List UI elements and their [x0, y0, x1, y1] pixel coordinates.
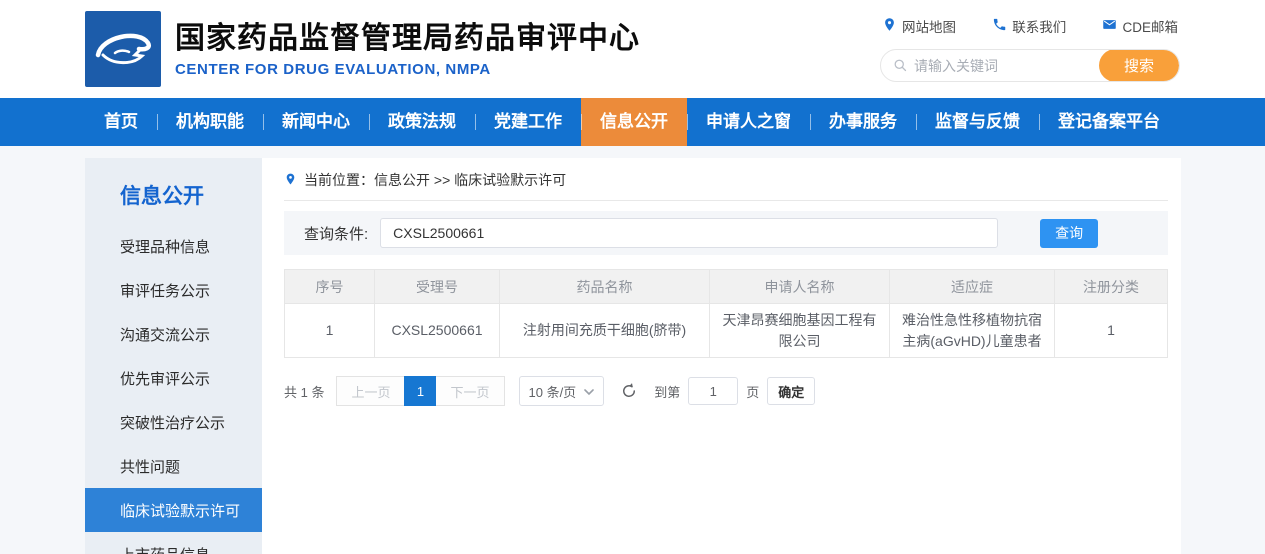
prev-page-button[interactable]: 上一页	[336, 376, 405, 406]
confirm-button[interactable]: 确定	[767, 377, 815, 405]
breadcrumb-pin-icon	[284, 171, 297, 190]
nav-item-home[interactable]: 首页	[85, 98, 157, 146]
sidebar-item-breakthrough-therapy[interactable]: 突破性治疗公示	[85, 400, 262, 444]
envelope-icon	[1102, 17, 1117, 35]
col-header-acceptance-no: 受理号	[375, 270, 500, 304]
query-panel: 查询条件: 查询	[284, 211, 1168, 255]
cde-mail-link[interactable]: CDE邮箱	[1102, 16, 1178, 36]
results-table: 序号 受理号 药品名称 申请人名称 适应症 注册分类 1 CXSL2500661…	[284, 269, 1168, 358]
cell-seq: 1	[285, 304, 375, 358]
sidebar-item-priority-review[interactable]: 优先审评公示	[85, 356, 262, 400]
page-size-value: 10 条/页	[529, 382, 577, 401]
search-icon	[893, 58, 908, 73]
sitemap-link[interactable]: 网站地图	[882, 16, 956, 36]
table-row: 1 CXSL2500661 注射用间充质干细胞(脐带) 天津昂赛细胞基因工程有限…	[285, 304, 1168, 358]
table-header-row: 序号 受理号 药品名称 申请人名称 适应症 注册分类	[285, 270, 1168, 304]
content-area: 当前位置：信息公开 >> 临床试验默示许可 查询条件: 查询 序号 受理号 药品…	[262, 158, 1181, 554]
sidebar: 信息公开 受理品种信息 审评任务公示 沟通交流公示 优先审评公示 突破性治疗公示…	[85, 158, 262, 554]
sidebar-item-marketed-drugs[interactable]: 上市药品信息	[85, 532, 262, 554]
goto-page-label: 到第	[654, 382, 680, 401]
cde-mail-label: CDE邮箱	[1122, 16, 1178, 36]
sidebar-item-clinical-trial-implied-license[interactable]: 临床试验默示许可	[85, 488, 262, 532]
cell-applicant: 天津昂赛细胞基因工程有限公司	[710, 304, 890, 358]
cell-drug-name: 注射用间充质干细胞(脐带)	[500, 304, 710, 358]
query-input[interactable]	[380, 218, 998, 248]
main-nav: 首页 机构职能 新闻中心 政策法规 党建工作 信息公开 申请人之窗 办事服务 监…	[0, 98, 1265, 146]
site-header: 国家药品监督管理局药品审评中心 CENTER FOR DRUG EVALUATI…	[0, 0, 1265, 98]
site-subtitle: CENTER FOR DRUG EVALUATION, NMPA	[175, 61, 640, 78]
query-button[interactable]: 查询	[1040, 219, 1098, 248]
cde-logo	[85, 11, 161, 87]
col-header-indication: 适应症	[890, 270, 1055, 304]
cell-acceptance-no: CXSL2500661	[375, 304, 500, 358]
page-unit-label: 页	[746, 382, 759, 401]
goto-page-input[interactable]	[688, 377, 738, 405]
col-header-applicant: 申请人名称	[710, 270, 890, 304]
header-links: 网站地图 联系我们 CDE邮箱	[880, 16, 1180, 36]
col-header-drug-name: 药品名称	[500, 270, 710, 304]
nav-item-org-functions[interactable]: 机构职能	[157, 98, 263, 146]
phone-icon	[992, 17, 1007, 35]
nav-item-applicant-window[interactable]: 申请人之窗	[687, 98, 810, 146]
location-pin-icon	[882, 17, 897, 35]
page-size-select[interactable]: 10 条/页	[519, 376, 605, 406]
brand: 国家药品监督管理局药品审评中心 CENTER FOR DRUG EVALUATI…	[85, 11, 640, 87]
nav-item-info-disclosure[interactable]: 信息公开	[581, 98, 687, 146]
nav-item-registration-platform[interactable]: 登记备案平台	[1039, 98, 1179, 146]
contact-label: 联系我们	[1012, 16, 1066, 36]
nav-item-party-building[interactable]: 党建工作	[475, 98, 581, 146]
sidebar-title: 信息公开	[120, 180, 262, 210]
sidebar-item-accepted-varieties[interactable]: 受理品种信息	[85, 224, 262, 268]
page-number-button[interactable]: 1	[404, 376, 436, 406]
chevron-down-icon	[584, 384, 594, 399]
refresh-icon[interactable]	[620, 382, 638, 400]
cell-indication: 难治性急性移植物抗宿主病(aGvHD)儿童患者	[890, 304, 1055, 358]
sidebar-item-review-tasks[interactable]: 审评任务公示	[85, 268, 262, 312]
col-header-seq: 序号	[285, 270, 375, 304]
pagination: 共 1 条 上一页 1 下一页 10 条/页 到第 页 确定	[284, 376, 1168, 406]
nav-item-policy[interactable]: 政策法规	[369, 98, 475, 146]
sidebar-item-communication[interactable]: 沟通交流公示	[85, 312, 262, 356]
breadcrumb: 当前位置：信息公开 >> 临床试验默示许可	[284, 170, 1168, 201]
nav-item-supervision-feedback[interactable]: 监督与反馈	[916, 98, 1039, 146]
breadcrumb-text: 当前位置：信息公开 >> 临床试验默示许可	[304, 170, 566, 190]
nav-item-news[interactable]: 新闻中心	[263, 98, 369, 146]
site-title: 国家药品监督管理局药品审评中心	[175, 20, 640, 58]
sidebar-item-common-issues[interactable]: 共性问题	[85, 444, 262, 488]
total-count-label: 共 1 条	[284, 382, 324, 401]
sitemap-label: 网站地图	[902, 16, 956, 36]
col-header-registration-class: 注册分类	[1055, 270, 1168, 304]
next-page-button[interactable]: 下一页	[435, 376, 504, 406]
nav-item-services[interactable]: 办事服务	[810, 98, 916, 146]
contact-link[interactable]: 联系我们	[992, 16, 1066, 36]
search-input[interactable]	[914, 58, 1099, 74]
query-label: 查询条件:	[304, 223, 368, 244]
cell-registration-class: 1	[1055, 304, 1168, 358]
main-container: 信息公开 受理品种信息 审评任务公示 沟通交流公示 优先审评公示 突破性治疗公示…	[85, 158, 1180, 554]
search-button[interactable]: 搜索	[1099, 49, 1179, 82]
header-search: 搜索	[880, 49, 1180, 82]
